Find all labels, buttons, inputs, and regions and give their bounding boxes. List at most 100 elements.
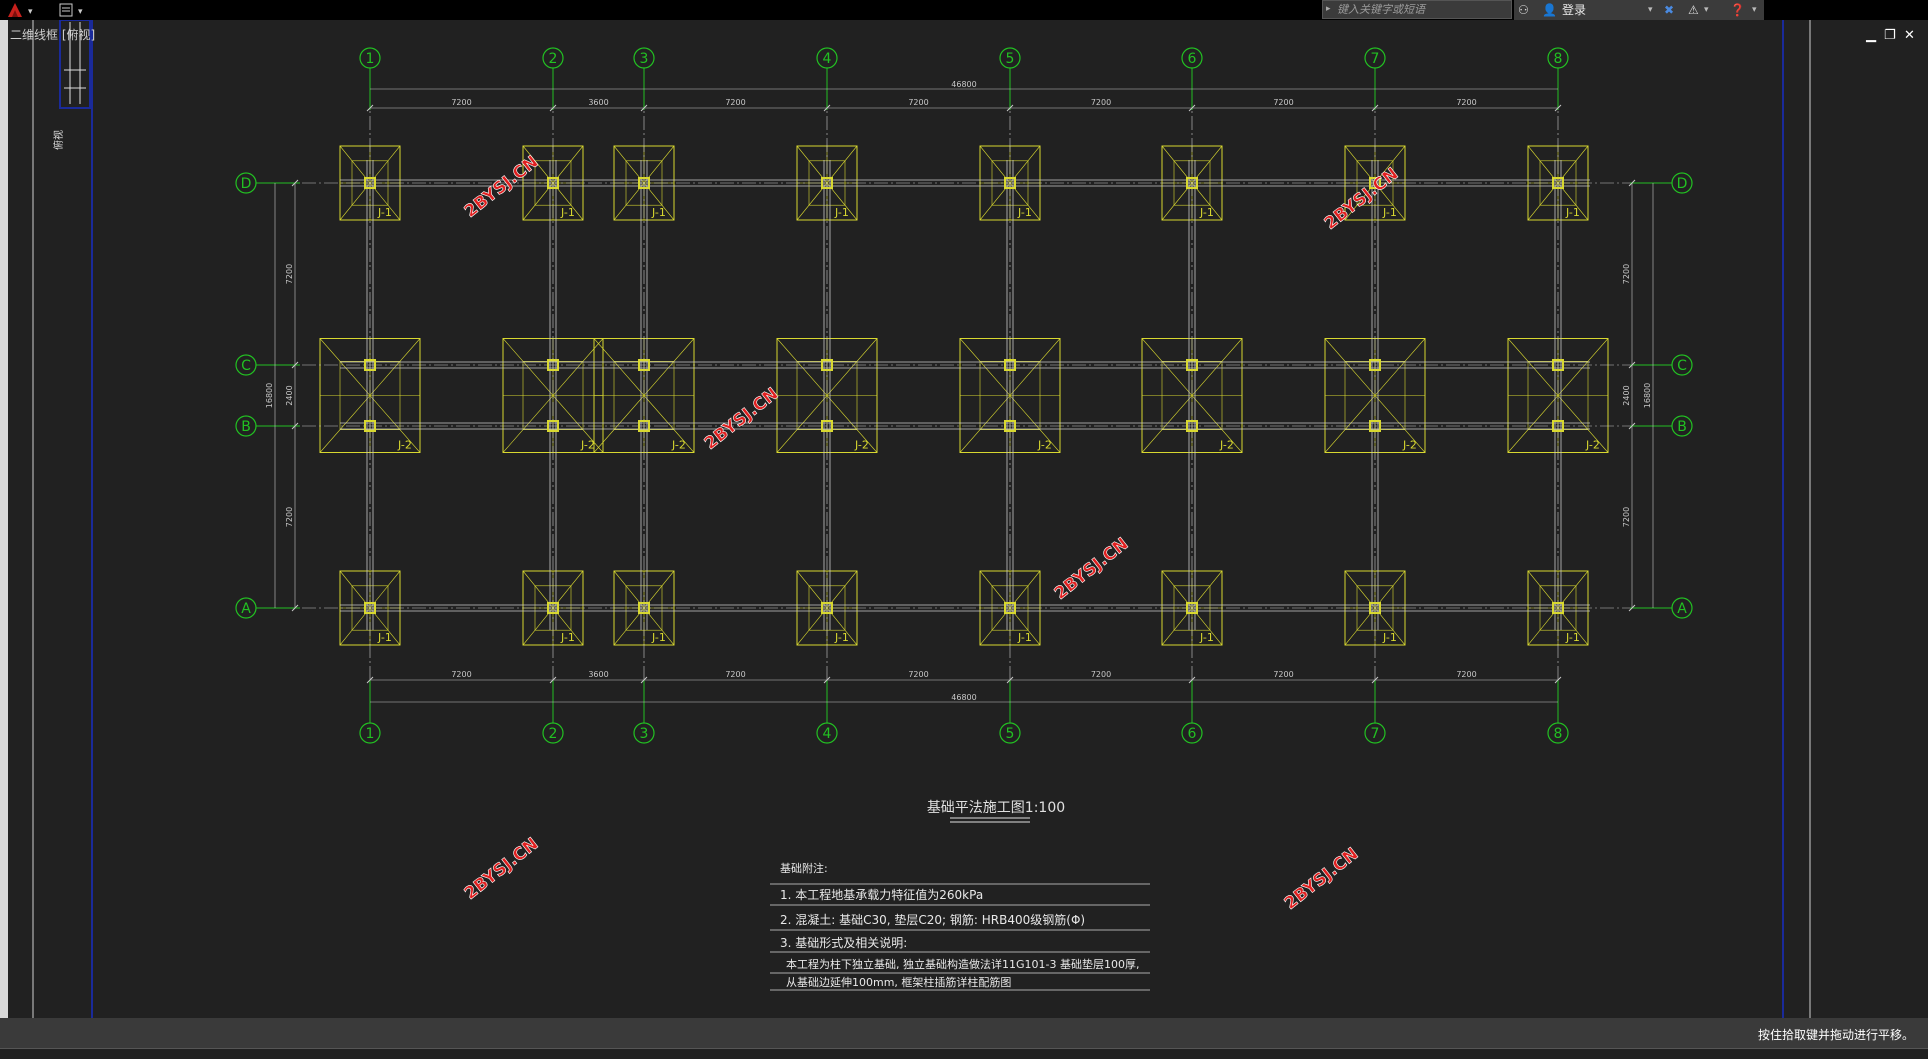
dim-text-total: 16800 [1643,383,1652,408]
dim-text: 2400 [285,385,294,405]
watermark: 2BYSJ.CN [461,834,543,904]
login-button[interactable]: 登录 [1562,1,1586,18]
dim-text: 7200 [1091,98,1111,107]
expand-arrow-icon: ▸ [1326,4,1331,14]
axis-bubble-label: C [1677,358,1687,374]
footing-label: J-1 [1199,206,1214,219]
axis-bubble-label: B [241,419,251,435]
application-menu-button[interactable]: ▾ [6,1,40,19]
axis-bubble-label: 5 [1006,51,1015,67]
dim-text: 7200 [725,670,745,679]
dim-text: 7200 [451,670,471,679]
autocad-logo-icon: ▾ [8,3,33,17]
dim-text: 7200 [1622,264,1631,284]
footing-label: J-2 [1219,439,1234,452]
footing-label: J-1 [1382,206,1397,219]
footing-label: J-1 [1199,631,1214,644]
watermark: 2BYSJ.CN [1321,164,1403,234]
axis-bubble-label: 6 [1188,726,1197,742]
watermark: 2BYSJ.CN [701,384,783,454]
note-line-1: 1. 本工程地基承载力特征值为260kPa [780,887,983,902]
footing-label: J-1 [834,631,849,644]
restore-icon[interactable]: ❐ [1884,28,1896,43]
dim-text: 3600 [588,98,608,107]
dim-text: 7200 [1273,98,1293,107]
axis-bubble-label: 6 [1188,51,1197,67]
axis-bubble-label: 8 [1554,726,1563,742]
footing-label: J-2 [671,439,686,452]
a360-icon[interactable]: ⚠ [1688,2,1699,18]
watermark: 2BYSJ.CN [1051,534,1133,604]
footing-label: J-1 [560,206,575,219]
title-bar: ▾ ▾ ▸ 键入关键字或短语 ⚇ 👤 登录 ▾ ✖ ⚠ ▾ ❓ ▾ [0,0,1928,20]
dim-text: 7200 [1622,507,1631,527]
note-line-3: 3. 基础形式及相关说明: [780,935,907,950]
svg-text:▾: ▾ [28,7,33,17]
footing-label: J-1 [1565,631,1580,644]
search-placeholder: 键入关键字或短语 [1337,3,1425,16]
footing-label: J-1 [377,206,392,219]
note-line-5: 从基础边延伸100mm, 框架柱插筋详柱配筋图 [786,975,1011,989]
axis-bubble-label: 2 [549,726,558,742]
footing-label: J-1 [1382,631,1397,644]
command-line-strip [0,1048,1928,1059]
axis-bubble-label: A [1677,601,1687,617]
dim-text: 7200 [1456,670,1476,679]
top-total-dim: 46800 [951,80,976,89]
close-icon[interactable]: ✕ [1904,28,1915,43]
footing-label: J-1 [834,206,849,219]
axis-bubble-label: 5 [1006,726,1015,742]
dim-text: 7200 [451,98,471,107]
footing-label: J-1 [651,206,666,219]
dim-text: 7200 [1273,670,1293,679]
watermark: 2BYSJ.CN [1281,844,1363,914]
axis-bubble-label: D [1677,176,1688,192]
login-dropdown-icon[interactable]: ▾ [1648,2,1653,18]
footing-label: J-2 [1585,439,1600,452]
status-message: 按住拾取键并拖动进行平移。 [1757,1028,1914,1042]
note-line-4: 本工程为柱下独立基础, 独立基础构造做法详11G101-3 基础垫层100厚, [786,957,1139,971]
axis-bubble-label: 1 [366,51,375,67]
footing-label: J-2 [1037,439,1052,452]
viewport-label[interactable]: 二维线框 [俯视] [10,26,95,43]
axis-bubble-label: 4 [823,51,832,67]
axis-bubble-label: D [241,176,252,192]
exchange-icon[interactable]: ✖ [1664,2,1674,18]
footing-label: J-1 [560,631,575,644]
drawing-canvas[interactable]: 俯视 J-1J-1J-2J-1J-1J-2J-1J-1J-2J-1J-1J-2J… [8,20,1928,1018]
left-edge-panel [0,20,8,1038]
binoculars-icon[interactable]: ⚇ [1518,2,1529,18]
help-dropdown-icon[interactable]: ▾ [1752,2,1757,18]
axis-bubble-label: A [241,601,251,617]
status-bar [0,1018,1928,1048]
axis-bubble-label: 7 [1371,51,1380,67]
help-icon[interactable]: ❓ [1730,2,1745,18]
footing-label: J-1 [377,631,392,644]
foundation-plan: J-1 J-1 J-2 J-1 J-1 J-2 J-1 J-1 J-2 J-1 J-1 J-2 J-1 J… [235,47,1693,991]
user-icon[interactable]: 👤 [1542,2,1557,18]
dim-text: 7200 [725,98,745,107]
dim-text: 7200 [908,98,928,107]
axis-bubble-label: B [1677,419,1687,435]
note-line-2: 2. 混凝土: 基础C30, 垫层C20; 钢筋: HRB400级钢筋(Φ) [780,912,1085,927]
dim-text: 7200 [1091,670,1111,679]
footing-label: J-1 [1017,631,1032,644]
minimize-icon[interactable]: ▁ [1866,28,1876,43]
drawing-title: 基础平法施工图1:100 [927,799,1065,816]
axis-bubble-label: 8 [1554,51,1563,67]
search-input[interactable]: ▸ 键入关键字或短语 [1322,0,1512,19]
footing-label: J-1 [1017,206,1032,219]
dim-text: 2400 [1622,385,1631,405]
document-icon: ▾ [59,3,83,17]
dim-text: 7200 [1456,98,1476,107]
axis-bubble-label: C [241,358,251,374]
quick-access-toolbar[interactable]: ▾ [56,1,90,19]
side-view-label: 俯视 [52,130,65,150]
footing-label: J-2 [580,439,595,452]
axis-bubble-label: 2 [549,51,558,67]
dim-text: 3600 [588,670,608,679]
dim-text: 7200 [908,670,928,679]
footing-label: J-2 [1402,439,1417,452]
footing-label: J-2 [854,439,869,452]
a360-dropdown-icon[interactable]: ▾ [1704,2,1709,18]
